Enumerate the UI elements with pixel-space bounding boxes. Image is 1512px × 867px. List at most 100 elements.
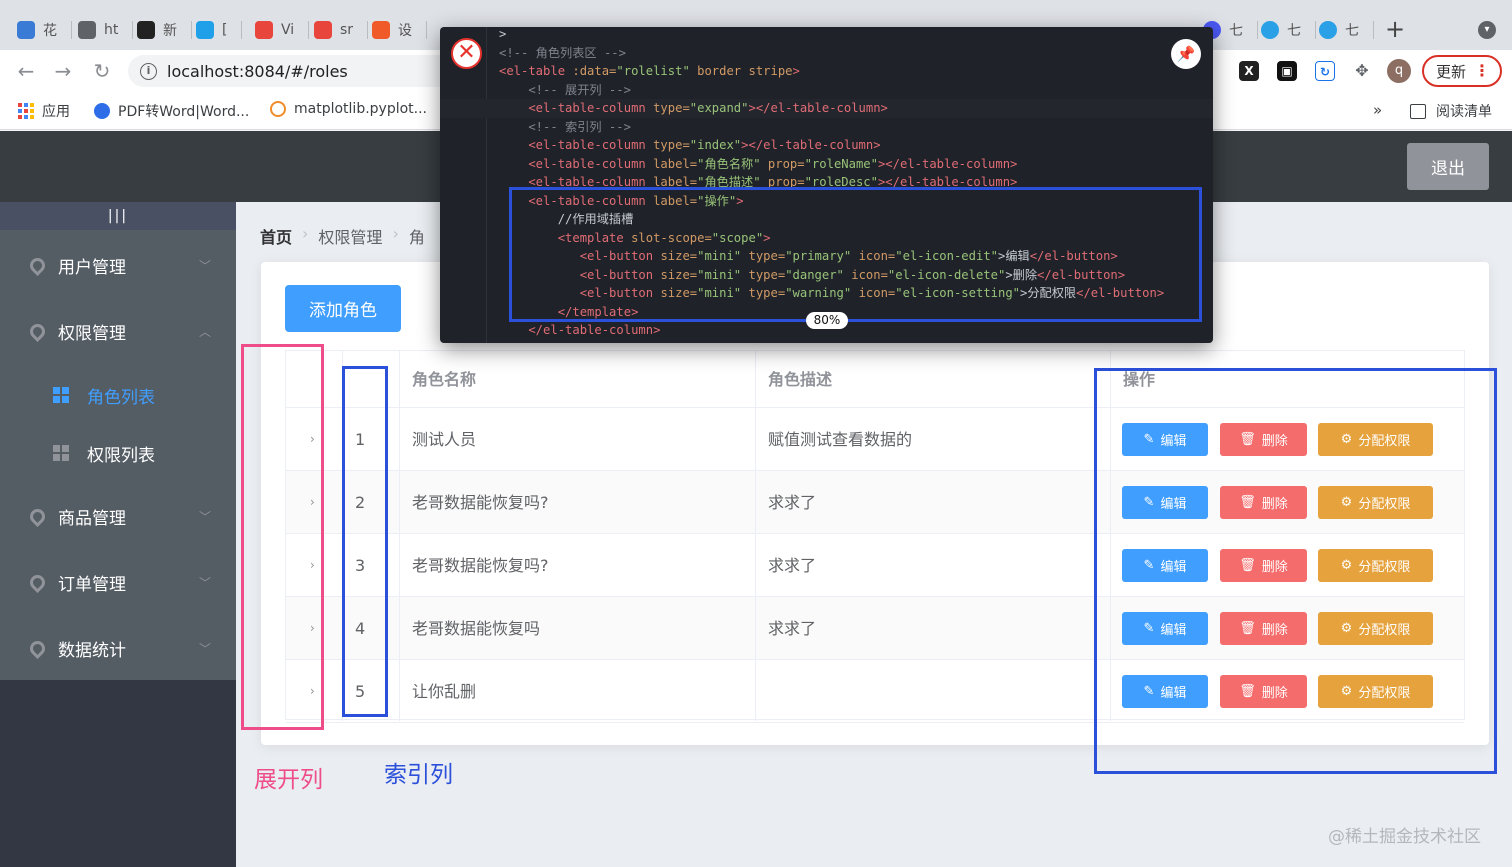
role-name-cell: 老哥数据能恢复吗 bbox=[412, 619, 541, 638]
expand-column-annotation: 展开列 bbox=[254, 767, 323, 793]
location-icon bbox=[26, 637, 49, 659]
logout-button[interactable]: 退出 bbox=[1407, 143, 1489, 190]
index-column-highlight bbox=[342, 366, 388, 717]
extension-mask-icon[interactable]: ▣ bbox=[1277, 61, 1297, 81]
browser-tab[interactable]: Vi bbox=[255, 17, 310, 43]
profile-avatar[interactable]: q bbox=[1387, 59, 1411, 83]
reading-list-icon bbox=[1410, 103, 1426, 119]
apps-grid-icon bbox=[18, 103, 34, 119]
zoom-level: 80% bbox=[806, 312, 848, 329]
role-desc-cell bbox=[756, 660, 768, 723]
tab-label: [ bbox=[222, 22, 228, 38]
tab-label: ht bbox=[104, 22, 119, 38]
more-bookmarks-icon[interactable]: » bbox=[1373, 101, 1382, 119]
code-token: prop= bbox=[760, 156, 805, 171]
forward-arrow-icon[interactable]: → bbox=[51, 59, 75, 83]
column-header-name: 角色名称 bbox=[412, 370, 477, 389]
reading-list-label: 阅读清单 bbox=[1436, 104, 1492, 120]
bookmark-pdf[interactable]: PDF转Word|Word... bbox=[94, 101, 249, 121]
url-text[interactable]: localhost:8084/#/roles bbox=[167, 62, 348, 81]
code-line: <el-table :data="rolelist" border stripe… bbox=[440, 62, 1213, 81]
infinity-icon bbox=[137, 21, 155, 39]
bookmark-label: PDF转Word|Word... bbox=[118, 104, 250, 120]
role-name-cell: 老哥数据能恢复吗? bbox=[412, 493, 549, 512]
pin-icon[interactable]: 📌 bbox=[1171, 39, 1201, 69]
breadcrumb-separator-icon: › bbox=[392, 224, 399, 243]
bookmark-matplotlib[interactable]: matplotlib.pyplot... bbox=[270, 101, 427, 117]
reload-icon[interactable]: ↻ bbox=[90, 59, 114, 83]
site-info-icon[interactable]: i bbox=[140, 62, 157, 80]
code-token: label= bbox=[653, 156, 698, 171]
sidebar-item-users[interactable]: 用户管理 ﹀ bbox=[0, 237, 236, 293]
chevron-down-icon: ﹀ bbox=[199, 641, 212, 656]
sidebar: ||| 用户管理 ﹀ 权限管理 ︿ 角色列表 权限列表 商品管理 ﹀ 订单管理 … bbox=[0, 202, 236, 867]
index-column-annotation: 索引列 bbox=[384, 762, 453, 788]
tab-search-icon[interactable]: ▾ bbox=[1478, 21, 1496, 39]
browser-tab[interactable]: 新 bbox=[137, 17, 192, 43]
extension-sync-icon[interactable]: ↻ bbox=[1315, 61, 1335, 81]
sidebar-item-label: 权限管理 bbox=[58, 323, 126, 344]
location-icon bbox=[26, 254, 49, 276]
shield-icon bbox=[1319, 21, 1337, 39]
reading-list-button[interactable]: 阅读清单 bbox=[1410, 101, 1492, 121]
sidebar-subitem-roles[interactable]: 角色列表 bbox=[0, 370, 236, 420]
role-name-cell: 老哥数据能恢复吗? bbox=[412, 556, 549, 575]
breadcrumb-home[interactable]: 首页 bbox=[260, 224, 292, 248]
browser-tab[interactable]: ht bbox=[78, 17, 134, 43]
code-token: > bbox=[499, 27, 507, 41]
collapse-toggle[interactable]: ||| bbox=[0, 202, 236, 230]
breadcrumb: 首页 › 权限管理 › 角 bbox=[260, 224, 425, 248]
code-line: <!-- 索引列 --> bbox=[440, 118, 1213, 137]
browser-tab[interactable]: 花 bbox=[17, 17, 72, 43]
browser-tab[interactable]: 设 bbox=[372, 17, 427, 43]
code-token: ></el-table-column> bbox=[741, 138, 881, 152]
code-token: "roleName" bbox=[804, 156, 878, 171]
chevron-down-icon: ﹀ bbox=[199, 258, 212, 273]
tab-label: 设 bbox=[398, 23, 412, 39]
code-token: <!-- 展开列 --> bbox=[499, 82, 631, 97]
yuque-icon bbox=[17, 21, 35, 39]
extensions-puzzle-icon[interactable]: ✥ bbox=[1352, 61, 1372, 81]
browser-tab[interactable]: 七 bbox=[1261, 17, 1316, 43]
sidebar-item-goods[interactable]: 商品管理 ﹀ bbox=[0, 488, 236, 544]
bookmark-label: matplotlib.pyplot... bbox=[294, 101, 428, 117]
close-icon[interactable]: ✕ bbox=[451, 38, 482, 69]
code-line: > bbox=[440, 27, 1213, 44]
code-token: <el-table-column bbox=[499, 156, 654, 171]
expand-column-highlight bbox=[241, 344, 324, 730]
more-menu-icon[interactable]: ⋮ bbox=[1474, 61, 1490, 80]
sidebar-item-label: 订单管理 bbox=[58, 574, 126, 595]
tab-label: 七 bbox=[1345, 23, 1359, 39]
sidebar-item-reports[interactable]: 数据统计 ﹀ bbox=[0, 620, 236, 676]
add-role-button[interactable]: 添加角色 bbox=[285, 285, 401, 332]
browser-tab[interactable]: sr bbox=[314, 17, 369, 43]
vue-icon bbox=[255, 21, 273, 39]
address-bar[interactable]: i localhost:8084/#/roles bbox=[128, 55, 458, 87]
code-line: <el-table-column type="expand"></el-tabl… bbox=[440, 99, 1213, 118]
back-arrow-icon[interactable]: ← bbox=[14, 59, 38, 83]
code-token: </el-table-column> bbox=[499, 323, 661, 337]
tab-label: 七 bbox=[1229, 23, 1243, 39]
sidebar-subitem-label: 权限列表 bbox=[87, 445, 155, 466]
extension-x-icon[interactable]: X bbox=[1239, 61, 1259, 81]
bookmark-apps[interactable]: 应用 bbox=[18, 101, 70, 121]
browser-tab[interactable]: [ bbox=[196, 17, 243, 43]
update-button[interactable]: 更新 ⋮ bbox=[1422, 55, 1502, 87]
browser-tab[interactable]: 七 bbox=[1319, 17, 1374, 43]
new-tab-button[interactable]: + bbox=[1385, 16, 1405, 42]
sidebar-subitem-rights[interactable]: 权限列表 bbox=[0, 428, 236, 478]
code-token: ></el-table-column> bbox=[877, 156, 1018, 171]
code-token: :data= bbox=[572, 64, 617, 78]
code-token: <el-table-column bbox=[499, 101, 654, 115]
code-token: <!-- 索引列 --> bbox=[499, 119, 631, 134]
column-header-desc: 角色描述 bbox=[768, 370, 833, 389]
role-desc-cell: 求求了 bbox=[768, 619, 817, 638]
breadcrumb-item: 权限管理 bbox=[318, 228, 383, 247]
code-token: <el-table bbox=[499, 64, 573, 78]
menu-grid-icon bbox=[53, 387, 69, 403]
code-line: <!-- 角色列表区 --> bbox=[440, 44, 1213, 63]
sidebar-item-rights[interactable]: 权限管理 ︿ bbox=[0, 303, 236, 359]
update-label: 更新 bbox=[1436, 62, 1467, 81]
breadcrumb-item: 角 bbox=[408, 228, 425, 247]
sidebar-item-orders[interactable]: 订单管理 ﹀ bbox=[0, 554, 236, 610]
